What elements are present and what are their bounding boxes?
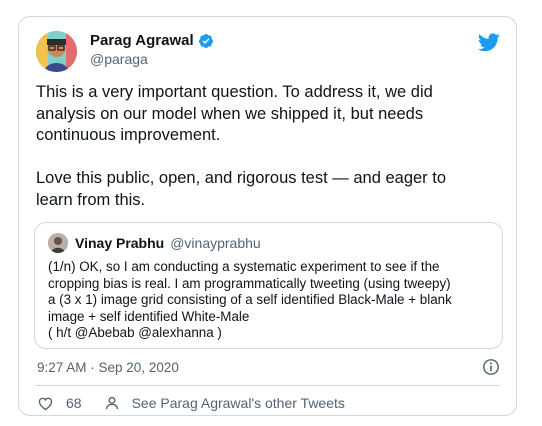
see-other-tweets-link[interactable]: See Parag Agrawal's other Tweets — [132, 395, 345, 411]
heart-icon[interactable] — [37, 395, 54, 412]
quoted-author-avatar — [48, 233, 68, 253]
quoted-author-name: Vinay Prabhu — [75, 235, 165, 251]
divider — [35, 385, 500, 386]
person-icon[interactable] — [104, 395, 120, 411]
twitter-bird-icon[interactable] — [478, 33, 500, 52]
info-icon[interactable] — [482, 358, 500, 376]
quoted-tweet-text: (1/n) OK, so I am conducting a systemati… — [48, 259, 452, 340]
verified-badge-icon — [198, 33, 213, 48]
tweet-actions: 68 See Parag Agrawal's other Tweets — [37, 392, 345, 414]
quoted-tweet[interactable]: Vinay Prabhu @vinayprabhu (1/n) OK, so I… — [34, 222, 503, 349]
author-avatar[interactable] — [36, 31, 77, 72]
like-count[interactable]: 68 — [66, 395, 82, 411]
author-name[interactable]: Parag Agrawal — [90, 32, 194, 49]
author-handle[interactable]: @paraga — [90, 51, 214, 67]
tweet-card[interactable]: Parag Agrawal @paraga This is a very imp… — [18, 16, 517, 416]
quoted-author-handle: @vinayprabhu — [170, 235, 261, 251]
tweet-timestamp[interactable]: 9:27 AM · Sep 20, 2020 — [37, 360, 179, 375]
tweet-text: This is a very important question. To ad… — [36, 83, 447, 209]
author-block: Parag Agrawal @paraga — [90, 32, 214, 67]
